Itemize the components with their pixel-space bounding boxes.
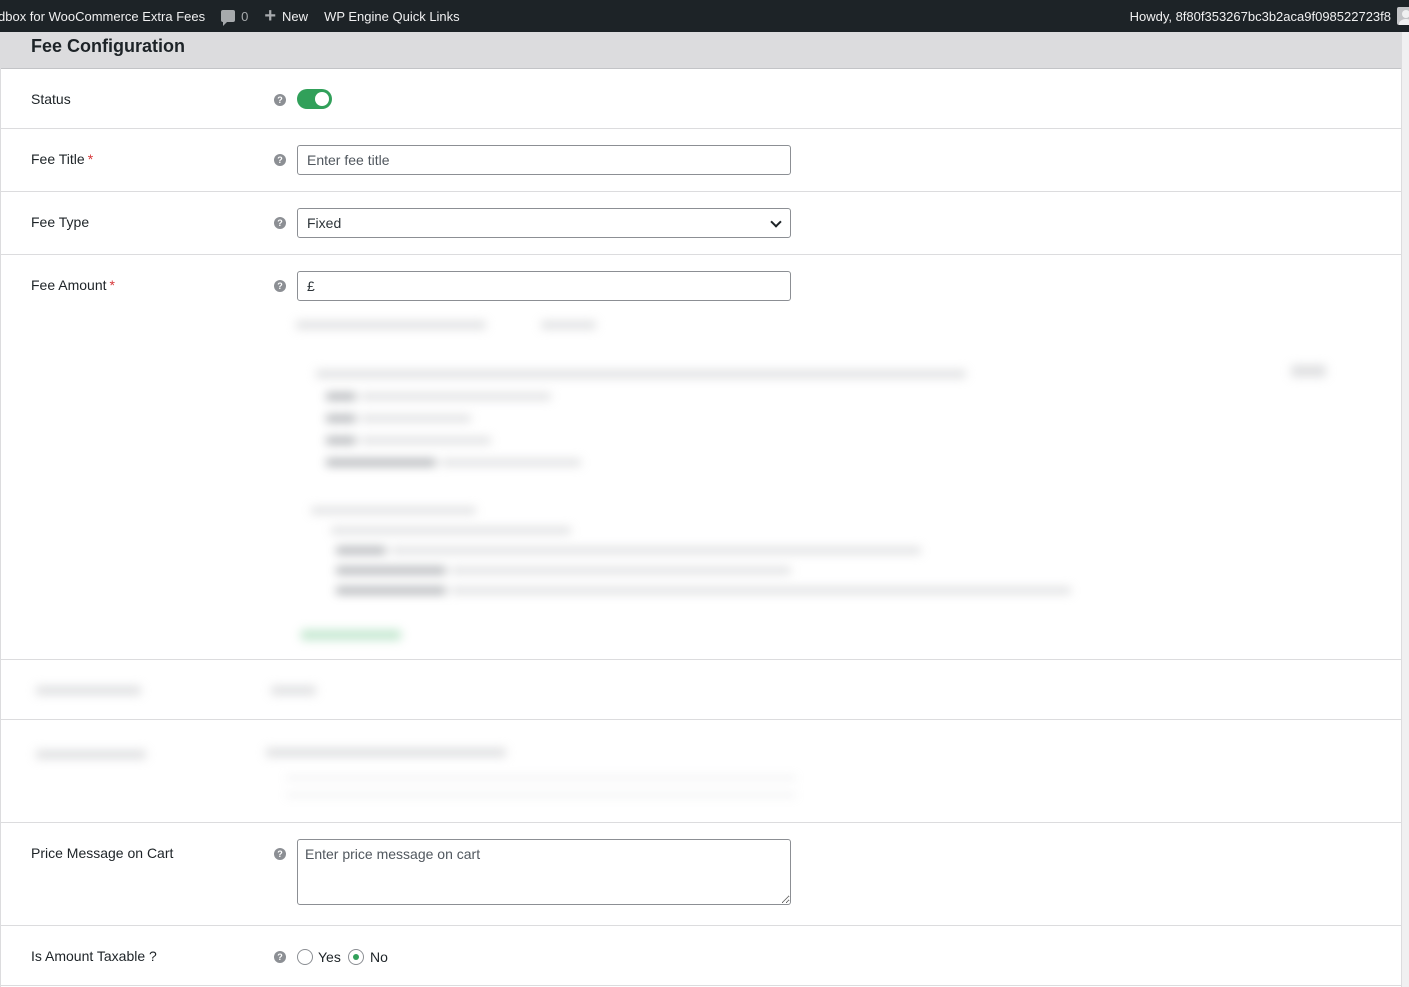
blurred-line — [361, 393, 551, 400]
taxable-no-radio[interactable] — [348, 949, 364, 965]
my-account-link[interactable]: Howdy, 8f80f353267bc3b2aca9f098522723f8 — [1122, 0, 1409, 32]
fee-type-row: Fee Type ? Fixed — [1, 192, 1401, 255]
blurred-line — [391, 547, 921, 554]
blurred-line — [316, 370, 966, 378]
comment-icon — [221, 10, 236, 26]
blurred-line — [541, 321, 596, 329]
fee-title-label: Fee Title * — [31, 151, 93, 167]
taxable-yes-label[interactable]: Yes — [318, 949, 341, 965]
site-name-label: dbox for WooCommerce Extra Fees — [0, 8, 206, 24]
blurred-line — [361, 415, 471, 422]
price-message-textarea[interactable] — [297, 839, 791, 905]
taxable-yes-radio[interactable] — [297, 949, 313, 965]
blurred-line — [336, 547, 386, 554]
fee-title-input[interactable] — [297, 145, 791, 175]
blurred-row — [1, 660, 1401, 720]
fee-amount-row: Fee Amount * ? £ — [1, 255, 1401, 660]
blurred-content — [21, 732, 821, 817]
status-label: Status — [31, 91, 71, 107]
fee-title-label-text: Fee Title — [31, 151, 85, 167]
comments-link[interactable]: 0 — [213, 0, 256, 32]
status-toggle[interactable] — [297, 89, 332, 109]
quick-links-label: WP Engine Quick Links — [324, 8, 460, 24]
taxable-label: Is Amount Taxable ? — [31, 948, 157, 964]
blurred-line — [326, 459, 436, 466]
blurred-line — [451, 567, 791, 574]
panel-header: Fee Configuration — [1, 32, 1401, 69]
blurred-line — [326, 437, 356, 444]
comments-count: 0 — [241, 8, 249, 24]
price-message-row: Price Message on Cart ? — [1, 823, 1401, 926]
plus-icon: + — [264, 5, 277, 27]
howdy-label: Howdy, 8f80f353267bc3b2aca9f098522723f8 — [1129, 8, 1391, 24]
fee-configuration-panel: Fee Configuration Status ? Fee Title * ? … — [0, 32, 1402, 987]
blurred-line — [301, 630, 401, 640]
help-icon[interactable]: ? — [274, 951, 286, 963]
fee-type-label: Fee Type — [31, 214, 90, 230]
fee-type-select[interactable]: Fixed — [297, 208, 791, 238]
new-label: New — [282, 8, 309, 24]
blurred-line — [331, 527, 571, 534]
avatar — [1397, 7, 1409, 25]
blurred-line — [361, 437, 491, 444]
blurred-line — [286, 794, 796, 796]
blurred-line — [336, 567, 446, 574]
blurred-line — [336, 587, 446, 594]
blurred-line — [36, 686, 141, 695]
fee-title-row: Fee Title * ? — [1, 129, 1401, 192]
blurred-line — [326, 393, 356, 400]
help-icon[interactable]: ? — [274, 154, 286, 166]
fee-type-selected: Fixed — [307, 215, 342, 231]
help-icon[interactable]: ? — [274, 94, 286, 106]
blurred-line — [311, 507, 476, 514]
chevron-down-icon — [770, 216, 782, 228]
taxable-row: Is Amount Taxable ? ? Yes No — [1, 926, 1401, 986]
taxable-no-label[interactable]: No — [370, 949, 388, 965]
required-mark: * — [87, 151, 94, 167]
blurred-help-box — [286, 315, 1356, 645]
blurred-line — [1291, 365, 1326, 377]
blurred-row — [1, 720, 1401, 823]
help-icon[interactable]: ? — [274, 280, 286, 292]
new-content-link[interactable]: + New — [256, 0, 316, 32]
fee-amount-label-text: Fee Amount — [31, 277, 107, 293]
blurred-line — [286, 777, 796, 779]
blurred-line — [451, 587, 1071, 594]
blurred-line — [266, 748, 506, 757]
help-icon[interactable]: ? — [274, 217, 286, 229]
blurred-line — [441, 459, 581, 466]
blurred-content — [21, 670, 461, 715]
panel-title: Fee Configuration — [31, 35, 185, 56]
currency-symbol: £ — [307, 278, 315, 294]
blurred-line — [271, 686, 316, 695]
fee-amount-label: Fee Amount * — [31, 277, 115, 293]
site-name-link[interactable]: dbox for WooCommerce Extra Fees — [0, 0, 213, 32]
wp-engine-quick-links[interactable]: WP Engine Quick Links — [316, 0, 468, 32]
status-row: Status ? — [1, 69, 1401, 129]
blurred-line — [36, 750, 146, 759]
blurred-line — [326, 415, 356, 422]
price-message-label: Price Message on Cart — [31, 845, 174, 861]
blurred-line — [296, 321, 486, 329]
fee-amount-input[interactable]: £ — [297, 271, 791, 301]
help-icon[interactable]: ? — [274, 848, 286, 860]
admin-bar: dbox for WooCommerce Extra Fees 0 + New … — [0, 0, 1409, 32]
required-mark: * — [109, 277, 115, 293]
